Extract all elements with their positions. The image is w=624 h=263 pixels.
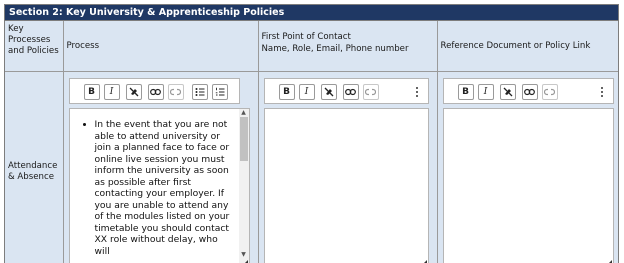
process-cell: B I • In the event that you are not able… <box>62 71 259 263</box>
header-reference: Reference Document or Policy Link <box>436 21 618 72</box>
link-icon <box>345 88 356 96</box>
clear-format-icon <box>324 87 333 97</box>
link-button[interactable] <box>147 84 164 100</box>
process-list: In the event that you are not able to at… <box>78 119 235 257</box>
italic-button[interactable]: I <box>477 84 494 100</box>
numbered-list-button[interactable] <box>211 84 228 100</box>
process-editor[interactable]: In the event that you are not able to at… <box>68 108 250 263</box>
clear-format-button[interactable] <box>125 84 142 100</box>
header-contact-subtitle: Name, Role, Email, Phone number <box>261 44 409 54</box>
bold-button[interactable]: B <box>83 84 100 100</box>
policies-form: Section 2: Key University & Apprenticesh… <box>4 4 619 263</box>
link-icon <box>150 88 161 96</box>
header-process: Process <box>62 21 259 72</box>
link-icon <box>524 88 535 96</box>
clear-format-icon <box>503 87 512 97</box>
scroll-thumb[interactable] <box>239 117 248 161</box>
policies-table: Key Processes and Policies Process First… <box>5 21 618 263</box>
contact-toolbar: B I <box>263 78 429 104</box>
unlink-button[interactable] <box>541 84 558 100</box>
bold-button[interactable]: B <box>278 84 295 100</box>
link-button[interactable] <box>521 84 538 100</box>
unlink-icon <box>544 88 555 96</box>
bullet-list-button[interactable] <box>191 84 208 100</box>
bullet-list-icon <box>195 88 204 96</box>
header-contact: First Point of Contact Name, Role, Email… <box>257 21 438 72</box>
more-vertical-icon <box>600 87 603 89</box>
header-key-processes: Key Processes and Policies <box>5 21 64 72</box>
italic-button[interactable]: I <box>298 84 315 100</box>
reference-editor[interactable] <box>442 108 614 263</box>
clear-format-button[interactable] <box>499 84 516 100</box>
process-scrollbar[interactable]: ▲ ▼ <box>238 109 249 263</box>
contact-cell: B I <box>257 71 438 263</box>
more-options-button[interactable] <box>597 84 607 100</box>
reference-toolbar: B I <box>442 78 614 104</box>
header-contact-title: First Point of Contact <box>261 32 351 42</box>
numbered-list-icon <box>215 87 224 96</box>
contact-editor[interactable] <box>263 108 429 263</box>
clear-format-icon <box>129 87 138 97</box>
clear-format-button[interactable] <box>320 84 337 100</box>
unlink-icon <box>170 88 181 96</box>
link-button[interactable] <box>342 84 359 100</box>
section-title: Section 2: Key University & Apprenticesh… <box>5 5 618 21</box>
bold-button[interactable]: B <box>457 84 474 100</box>
row-label: Attendance & Absence <box>5 71 64 263</box>
header-row: Key Processes and Policies Process First… <box>5 21 618 72</box>
more-options-button[interactable] <box>412 84 422 100</box>
unlink-button[interactable] <box>167 84 184 100</box>
unlink-icon <box>365 88 376 96</box>
unlink-button[interactable] <box>362 84 379 100</box>
more-vertical-icon <box>415 87 418 89</box>
scroll-down-icon[interactable]: ▼ <box>240 251 248 259</box>
reference-cell: B I <box>436 71 618 263</box>
process-toolbar: B I <box>68 78 240 104</box>
process-bullet-item: In the event that you are not able to at… <box>95 119 235 257</box>
scroll-up-icon[interactable]: ▲ <box>240 109 248 117</box>
table-row: Attendance & Absence B I • In the event … <box>5 71 618 263</box>
italic-button[interactable]: I <box>103 84 120 100</box>
